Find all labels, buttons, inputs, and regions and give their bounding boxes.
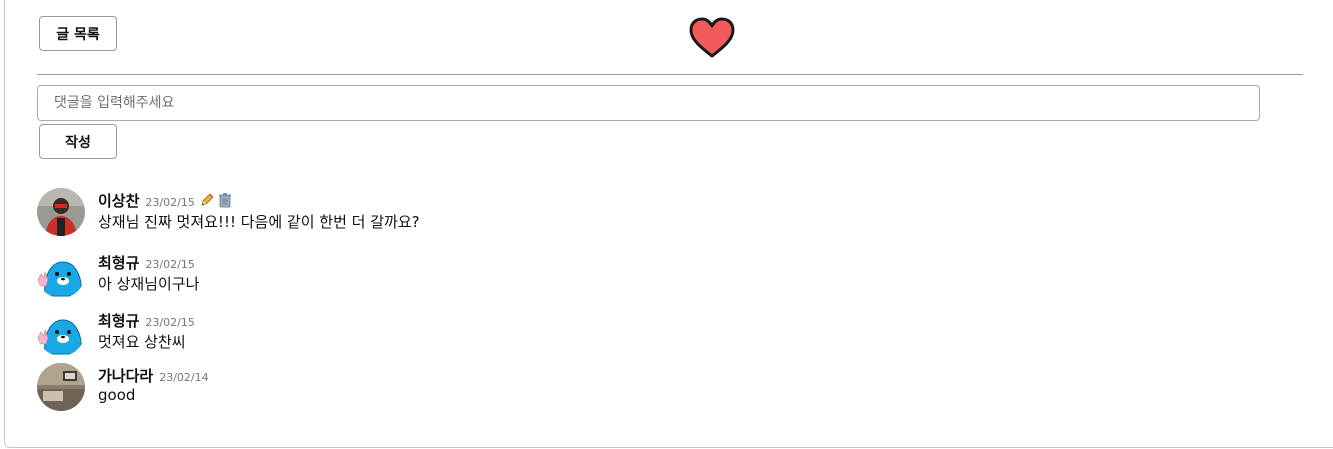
comment-date: 23/02/15 [145, 316, 195, 329]
comment-author: 가나다라 [98, 367, 154, 385]
comment-date: 23/02/15 [145, 196, 195, 209]
comment-meta: 최형규 23/02/15 [98, 310, 195, 330]
comment-meta: 최형규 23/02/15 [98, 252, 195, 272]
comment-text: good [98, 386, 136, 404]
comment-meta: 가나다라 23/02/14 [98, 365, 209, 385]
avatar[interactable] [37, 250, 85, 298]
avatar[interactable] [37, 363, 85, 411]
comment-author: 최형규 [98, 312, 140, 330]
comment-author: 이상찬 [98, 192, 140, 210]
comment-item: 최형규 23/02/15 멋져요 상찬씨 [37, 308, 737, 358]
pencil-icon[interactable] [199, 192, 215, 208]
comment-item: 최형규 23/02/15 아 상재님이구나 [37, 250, 737, 300]
comment-input[interactable] [37, 85, 1260, 121]
avatar[interactable] [37, 188, 85, 236]
comment-date: 23/02/14 [159, 371, 209, 384]
comment-item: 이상찬 23/02/15 상재님 진짜 멋져요!!! 다음에 같이 한번 더 갈… [37, 188, 737, 238]
comment-author: 최형규 [98, 254, 140, 272]
divider [37, 74, 1303, 75]
trash-icon[interactable] [217, 192, 233, 208]
comment-text: 상재님 진짜 멋져요!!! 다음에 같이 한번 더 갈까요? [98, 213, 420, 231]
comment-item: 가나다라 23/02/14 good [37, 363, 737, 413]
heart-icon[interactable] [689, 17, 735, 59]
comment-text: 멋져요 상찬씨 [98, 333, 186, 351]
comment-date: 23/02/15 [145, 258, 195, 271]
post-list-button[interactable]: 글 목록 [39, 16, 117, 51]
comment-text: 아 상재님이구나 [98, 275, 200, 293]
avatar[interactable] [37, 308, 85, 356]
submit-comment-button[interactable]: 작성 [39, 124, 117, 159]
comment-meta: 이상찬 23/02/15 [98, 190, 235, 210]
comment-tools [199, 192, 235, 208]
